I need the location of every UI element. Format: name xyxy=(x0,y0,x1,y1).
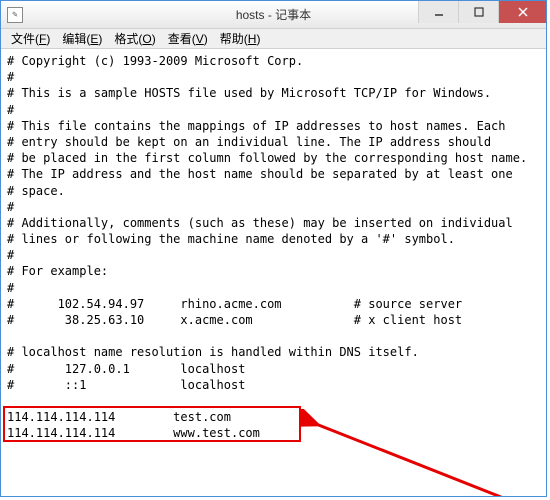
file-content: # Copyright (c) 1993-2009 Microsoft Corp… xyxy=(7,54,527,440)
menu-edit[interactable]: 编辑(E) xyxy=(56,28,108,49)
menu-file[interactable]: 文件(F) xyxy=(5,28,56,49)
annotation-arrow-icon xyxy=(301,409,521,496)
menu-view[interactable]: 查看(V) xyxy=(162,28,214,49)
close-button[interactable] xyxy=(498,1,546,23)
maximize-button[interactable] xyxy=(458,1,498,23)
menubar: 文件(F) 编辑(E) 格式(O) 查看(V) 帮助(H) xyxy=(1,29,546,49)
minimize-icon xyxy=(434,7,444,17)
menu-format[interactable]: 格式(O) xyxy=(108,28,161,49)
close-icon xyxy=(518,7,528,17)
text-area[interactable]: # Copyright (c) 1993-2009 Microsoft Corp… xyxy=(1,49,546,496)
menu-help[interactable]: 帮助(H) xyxy=(214,28,267,49)
maximize-icon xyxy=(474,7,484,17)
window-controls xyxy=(418,1,546,28)
window-title: hosts - 记事本 xyxy=(236,6,311,23)
notepad-window: ✎ hosts - 记事本 文件(F) 编辑(E) 格式(O) 查看(V) 帮助… xyxy=(0,0,547,497)
titlebar[interactable]: ✎ hosts - 记事本 xyxy=(1,1,546,29)
notepad-icon: ✎ xyxy=(7,7,23,23)
minimize-button[interactable] xyxy=(418,1,458,23)
